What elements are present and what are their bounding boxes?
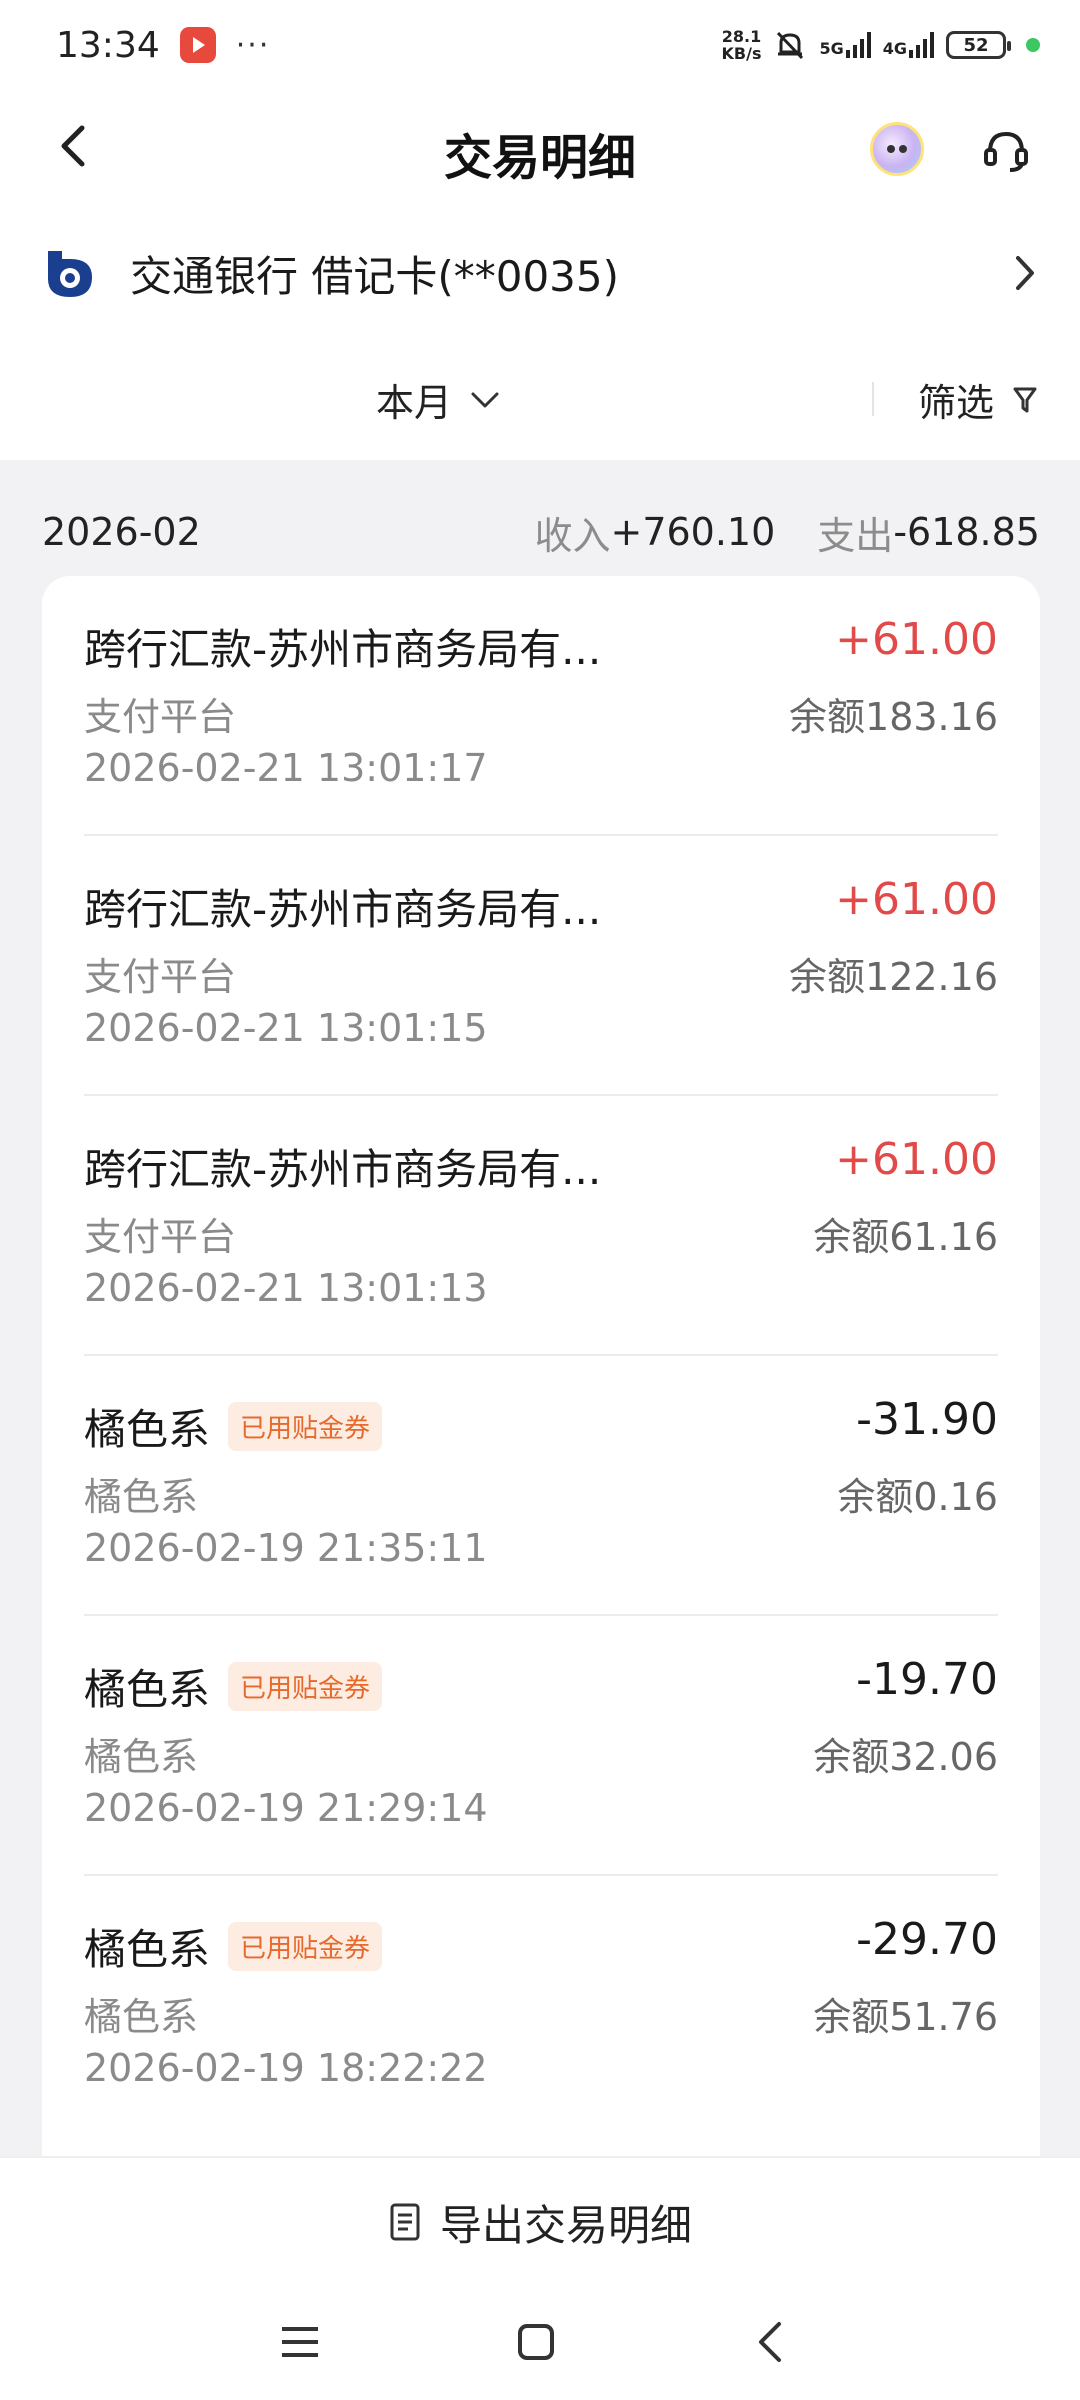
transaction-row[interactable]: 橘色系 已用贴金券 -29.70 橘色系 余额51.76 2026-02-19 … xyxy=(84,1876,998,2136)
month-dropdown[interactable]: 本月 xyxy=(376,372,500,427)
transaction-title-wrap: 跨行汇款-苏州市商务局有... xyxy=(84,1136,601,1197)
transaction-balance: 余额32.06 xyxy=(813,1735,998,1779)
filter-button[interactable]: 筛选 xyxy=(918,372,1038,427)
transaction-time: 2026-02-21 13:01:15 xyxy=(84,1006,488,1050)
transaction-amount: +61.00 xyxy=(835,614,998,665)
transaction-time: 2026-02-21 13:01:17 xyxy=(84,746,488,790)
transaction-balance: 余额183.16 xyxy=(789,695,998,739)
transaction-title-wrap: 橘色系 已用贴金券 xyxy=(84,1916,383,1977)
export-button[interactable]: 导出交易明细 xyxy=(0,2156,1080,2286)
transaction-title: 跨行汇款-苏州市商务局有... xyxy=(84,625,602,674)
transaction-time: 2026-02-21 13:01:13 xyxy=(84,1266,488,1310)
transaction-row[interactable]: 跨行汇款-苏州市商务局有... +61.00 支付平台 余额61.16 2026… xyxy=(84,1096,998,1356)
transaction-counterparty: 支付平台 xyxy=(84,955,237,999)
recent-apps-button[interactable] xyxy=(270,2312,330,2372)
transaction-title-wrap: 跨行汇款-苏州市商务局有... xyxy=(84,876,601,937)
transaction-time: 2026-02-19 18:22:22 xyxy=(84,2046,488,2090)
transaction-amount: -29.70 xyxy=(856,1914,998,1965)
month-label: 本月 xyxy=(376,381,453,425)
transaction-balance: 余额51.76 xyxy=(813,1995,998,2039)
square-icon xyxy=(518,2324,554,2360)
transaction-row[interactable]: 跨行汇款-苏州市商务局有... +61.00 支付平台 余额183.16 202… xyxy=(84,576,998,836)
back-triangle-icon xyxy=(759,2322,781,2362)
transaction-title: 橘色系 xyxy=(84,1925,211,1974)
expense-total: -618.85 xyxy=(893,510,1040,554)
battery-icon: 52 xyxy=(946,31,1011,59)
filter-label: 筛选 xyxy=(918,381,995,425)
transaction-balance: 余额0.16 xyxy=(837,1475,998,1519)
transaction-amount: +61.00 xyxy=(835,874,998,925)
transaction-counterparty: 支付平台 xyxy=(84,695,237,739)
mute-bell-icon xyxy=(777,31,804,60)
account-name: 交通银行 借记卡(**0035) xyxy=(130,251,620,301)
transaction-title: 跨行汇款-苏州市商务局有... xyxy=(84,1145,602,1194)
coupon-tag: 已用贴金券 xyxy=(228,1662,383,1711)
home-button[interactable] xyxy=(506,2312,566,2372)
transaction-counterparty: 支付平台 xyxy=(84,1215,237,1259)
transaction-counterparty: 橘色系 xyxy=(84,1475,199,1519)
transaction-balance: 余额122.16 xyxy=(789,955,998,999)
transaction-row[interactable]: 跨行汇款-苏州市商务局有... +61.00 支付平台 余额122.16 202… xyxy=(84,836,998,1096)
transaction-row[interactable]: 橘色系 已用贴金券 -19.70 橘色系 余额32.06 2026-02-19 … xyxy=(84,1616,998,1876)
transaction-amount: +61.00 xyxy=(835,1134,998,1185)
month-summary: 2026-02 收入 +760.10 支出 -618.85 xyxy=(42,502,1040,562)
chevron-down-icon xyxy=(471,392,499,407)
income-total: +760.10 xyxy=(610,510,776,554)
transaction-title-wrap: 跨行汇款-苏州市商务局有... xyxy=(84,616,601,677)
expense-label: 支出 xyxy=(817,513,894,558)
transaction-title-wrap: 橘色系 已用贴金券 xyxy=(84,1396,383,1457)
transaction-counterparty: 橘色系 xyxy=(84,1995,199,2039)
transaction-title: 跨行汇款-苏州市商务局有... xyxy=(84,885,602,934)
transaction-amount: -31.90 xyxy=(856,1394,998,1445)
transaction-title: 橘色系 xyxy=(84,1405,211,1454)
transaction-list: 跨行汇款-苏州市商务局有... +61.00 支付平台 余额183.16 202… xyxy=(42,576,1040,2176)
transaction-row[interactable]: 橘色系 已用贴金券 -31.90 橘色系 余额0.16 2026-02-19 2… xyxy=(84,1356,998,1616)
privacy-indicator-icon xyxy=(1026,38,1040,52)
video-app-icon xyxy=(179,27,216,63)
account-selector[interactable]: 交通银行 借记卡(**0035) xyxy=(0,208,1080,338)
chevron-right-icon xyxy=(1016,256,1034,290)
transaction-title: 橘色系 xyxy=(84,1665,211,1714)
transaction-time: 2026-02-19 21:35:11 xyxy=(84,1526,488,1570)
network-speed: 28.1 KB/s xyxy=(721,27,762,63)
system-back-button[interactable] xyxy=(740,2312,800,2372)
customer-service-button[interactable] xyxy=(978,122,1034,178)
transaction-amount: -19.70 xyxy=(856,1654,998,1705)
header: 交易明细 xyxy=(0,90,1080,208)
menu-icon xyxy=(282,2327,318,2357)
transaction-balance: 余额61.16 xyxy=(813,1215,998,1259)
status-bar: 13:34 ··· 28.1 KB/s 5G 4G 52 xyxy=(0,0,1080,90)
signal-4g-icon: 4G xyxy=(883,32,934,58)
bank-logo-icon xyxy=(48,251,92,297)
export-label: 导出交易明细 xyxy=(439,2200,692,2250)
coupon-tag: 已用贴金券 xyxy=(228,1922,383,1971)
divider xyxy=(872,382,874,416)
transaction-title-wrap: 橘色系 已用贴金券 xyxy=(84,1656,383,1717)
system-nav-bar xyxy=(0,2286,1080,2400)
transaction-counterparty: 橘色系 xyxy=(84,1735,199,1779)
coupon-tag: 已用贴金券 xyxy=(228,1402,383,1451)
income-label: 收入 xyxy=(534,513,611,558)
headset-icon xyxy=(984,131,1028,172)
status-time: 13:34 xyxy=(56,24,160,66)
summary-month: 2026-02 xyxy=(42,510,201,554)
document-icon xyxy=(390,2203,420,2241)
more-notifications-icon: ··· xyxy=(235,27,271,63)
filter-row: 本月 筛选 xyxy=(0,338,1080,460)
filter-funnel-icon xyxy=(1013,387,1037,412)
transaction-time: 2026-02-19 21:29:14 xyxy=(84,1786,488,1830)
signal-5g-icon: 5G xyxy=(819,32,871,58)
mascot-avatar-icon[interactable] xyxy=(870,122,924,176)
